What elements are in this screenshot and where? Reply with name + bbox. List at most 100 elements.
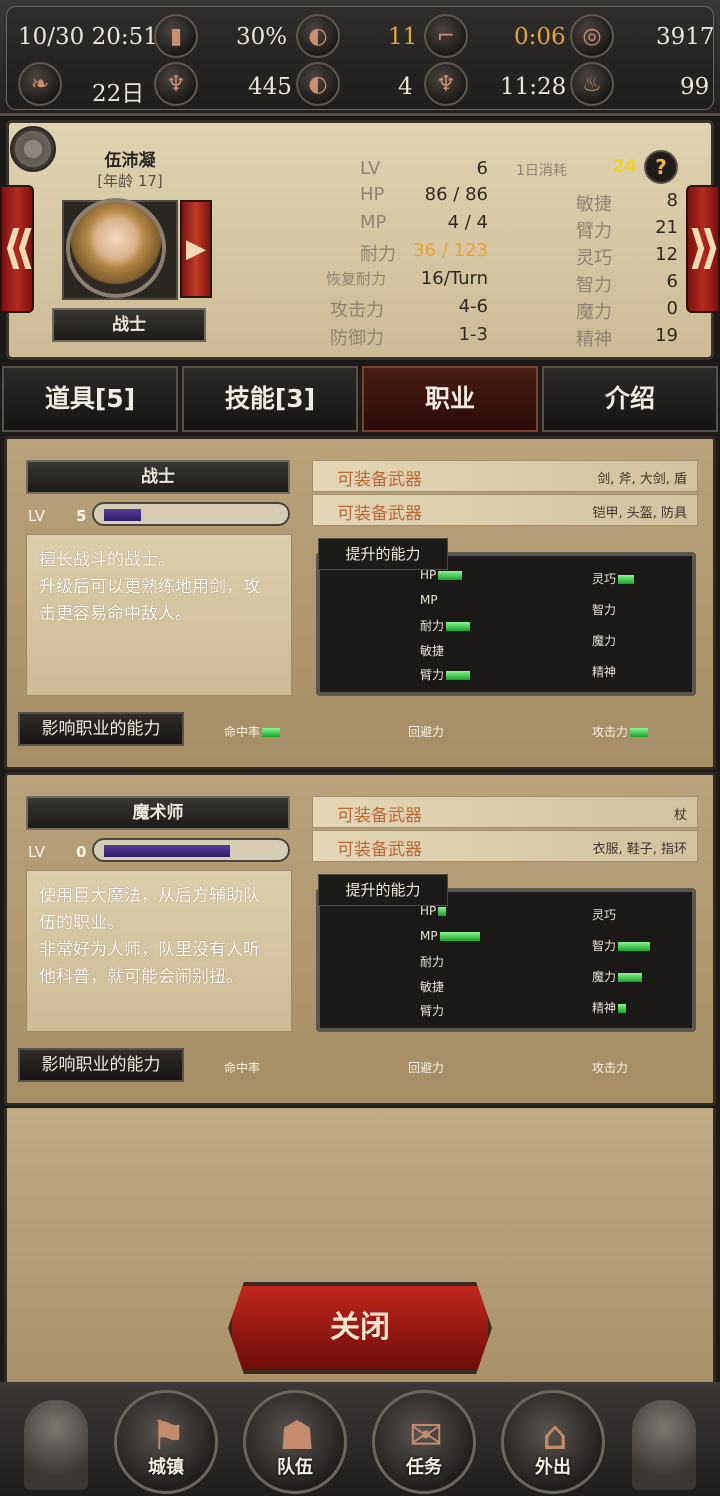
battery-icon: ▮ (154, 14, 198, 58)
nav-outing-button[interactable]: ⌂ 外出 (501, 1390, 605, 1494)
character-portrait[interactable] (66, 198, 166, 298)
coins-icon: ◎ (570, 14, 614, 58)
description-line: 擅长战斗的战士。 (39, 550, 175, 570)
nav-quest-button[interactable]: ✉ 任务 (372, 1390, 476, 1494)
stat-value[interactable]: 0 (620, 298, 678, 319)
boost-stat-label: 魔力 (592, 634, 617, 648)
stat-label[interactable]: LV (360, 158, 380, 179)
fairy-icon: ♆ (154, 62, 198, 106)
class-name: 魔术师 (26, 796, 290, 830)
affect-bar (630, 728, 649, 737)
boost-stat: 耐力 (420, 617, 471, 634)
class-description: 使用巨大魔法，从后方辅助队 伍的职业。 非常好为人师，队里没有人听 他科普，就可能会闹… (26, 870, 292, 1032)
boost-stat: MP (420, 593, 440, 607)
nav-town-button[interactable]: ⚑ 城镇 (114, 1390, 218, 1494)
affect-stat: 命中率 (224, 1059, 262, 1076)
equip-label: 可装备武器 (337, 840, 422, 860)
equip-items: 衣服, 鞋子, 指环 (592, 842, 687, 857)
boost-stat-label: 灵巧 (592, 908, 617, 922)
stat-label[interactable]: 魔力 (576, 298, 612, 324)
affect-stat: 命中率 (224, 723, 281, 740)
affect-stat: 回避力 (408, 1059, 446, 1076)
boost-stat: 精神 (592, 663, 618, 680)
stat-value[interactable]: 4-6 (400, 296, 488, 317)
stat-label[interactable]: 恢复耐力 (326, 268, 386, 289)
affect-stat-label: 攻击力 (592, 725, 629, 739)
boost-bar (618, 942, 651, 951)
nav-party-label: 队伍 (277, 1457, 313, 1478)
boost-stat-label: 耐力 (420, 619, 445, 633)
stat-label[interactable]: 攻击力 (330, 296, 384, 322)
stat-value[interactable]: 36 / 123 (400, 240, 488, 261)
stat-label[interactable]: HP (360, 184, 384, 205)
fairy-icon: ♆ (424, 62, 468, 106)
equip-row: 可装备武器 衣服, 鞋子, 指环 (312, 830, 698, 862)
tab-intro[interactable]: 介绍 (542, 366, 718, 432)
portrait-expand-button[interactable]: ▶ (180, 200, 212, 298)
equip-row: 可装备武器 杖 (312, 796, 698, 828)
boost-stat: MP (420, 929, 480, 943)
stat-value[interactable]: 6 (620, 271, 678, 292)
stat-value[interactable]: 21 (620, 217, 678, 238)
tab-skills[interactable]: 技能[3] (182, 366, 358, 432)
stat-label[interactable]: 灵巧 (576, 244, 612, 270)
daily-cost-label: 1日消耗 (516, 163, 567, 179)
equip-items: 铠甲, 头盔, 防具 (592, 506, 687, 521)
stat-value[interactable]: 16/Turn (400, 268, 488, 289)
food-count: 11 (388, 24, 418, 50)
boost-bar (618, 1004, 627, 1013)
stat-value[interactable]: 4 / 4 (400, 212, 488, 233)
stat-value[interactable]: 6 (400, 158, 488, 179)
xp-bar (92, 838, 290, 862)
tab-class[interactable]: 职业 (362, 366, 538, 432)
day-count: 22日 (92, 81, 145, 107)
boost-stat: 智力 (592, 601, 618, 618)
description-line: 使用巨大魔法，从后方辅助队 (39, 886, 260, 906)
class-level-label: LV (28, 843, 45, 861)
boost-stat: 精神 (592, 999, 627, 1016)
affect-title: 影响职业的能力 (18, 1048, 184, 1082)
boost-panel (316, 552, 696, 696)
affect-stat: 攻击力 (592, 723, 649, 740)
boost-stat-label: 耐力 (420, 955, 445, 969)
class-description: 擅长战斗的战士。 升级后可以更熟练地用剑，攻 击更容易命中敌人。 (26, 534, 292, 696)
tab-items[interactable]: 道具[5] (2, 366, 178, 432)
class-level-label: LV (28, 507, 45, 525)
affect-stat-label: 回避力 (408, 1061, 445, 1075)
affect-stat: 回避力 (408, 723, 446, 740)
boost-stat: HP (420, 904, 447, 918)
stat-value[interactable]: 8 (620, 190, 678, 211)
affect-stat-label: 回避力 (408, 725, 445, 739)
boost-bar (618, 575, 635, 584)
boost-stat: 智力 (592, 937, 651, 954)
stat-value[interactable]: 86 / 86 (400, 184, 488, 205)
nav-party-button[interactable]: ☗ 队伍 (243, 1390, 347, 1494)
prev-character-button[interactable]: ⟪ (0, 185, 35, 313)
help-icon[interactable]: ? (644, 150, 678, 184)
boost-stat-label: 臂力 (420, 668, 445, 682)
stat-label[interactable]: 精神 (576, 325, 612, 351)
stat-value[interactable]: 19 (620, 325, 678, 346)
stat-label[interactable]: 智力 (576, 271, 612, 297)
boost-stat: 灵巧 (592, 906, 618, 923)
gear-icon[interactable] (10, 126, 56, 172)
close-button[interactable]: 关闭 (228, 1282, 492, 1374)
stat-label[interactable]: MP (360, 212, 386, 233)
leaf-icon: ❧ (18, 62, 62, 106)
xp-bar (92, 502, 290, 526)
stat-label[interactable]: 敏捷 (576, 190, 612, 216)
stat-value[interactable]: 12 (620, 244, 678, 265)
character-class-badge: 战士 (52, 308, 206, 342)
affect-bar (262, 728, 281, 737)
boost-stat-label: 敏捷 (420, 643, 445, 658)
boost-bar (446, 671, 471, 680)
equip-label: 可装备武器 (337, 806, 422, 826)
stat-label[interactable]: 耐力 (360, 240, 396, 266)
stat-label[interactable]: 防御力 (330, 324, 384, 350)
description-line: 击更容易命中敌人。 (39, 604, 192, 624)
boost-stat-label: HP (420, 568, 437, 582)
boost-title: 提升的能力 (318, 538, 448, 570)
stat-value[interactable]: 1-3 (400, 324, 488, 345)
stat-label[interactable]: 臂力 (576, 217, 612, 243)
next-character-button[interactable]: ⟫ (686, 185, 720, 313)
